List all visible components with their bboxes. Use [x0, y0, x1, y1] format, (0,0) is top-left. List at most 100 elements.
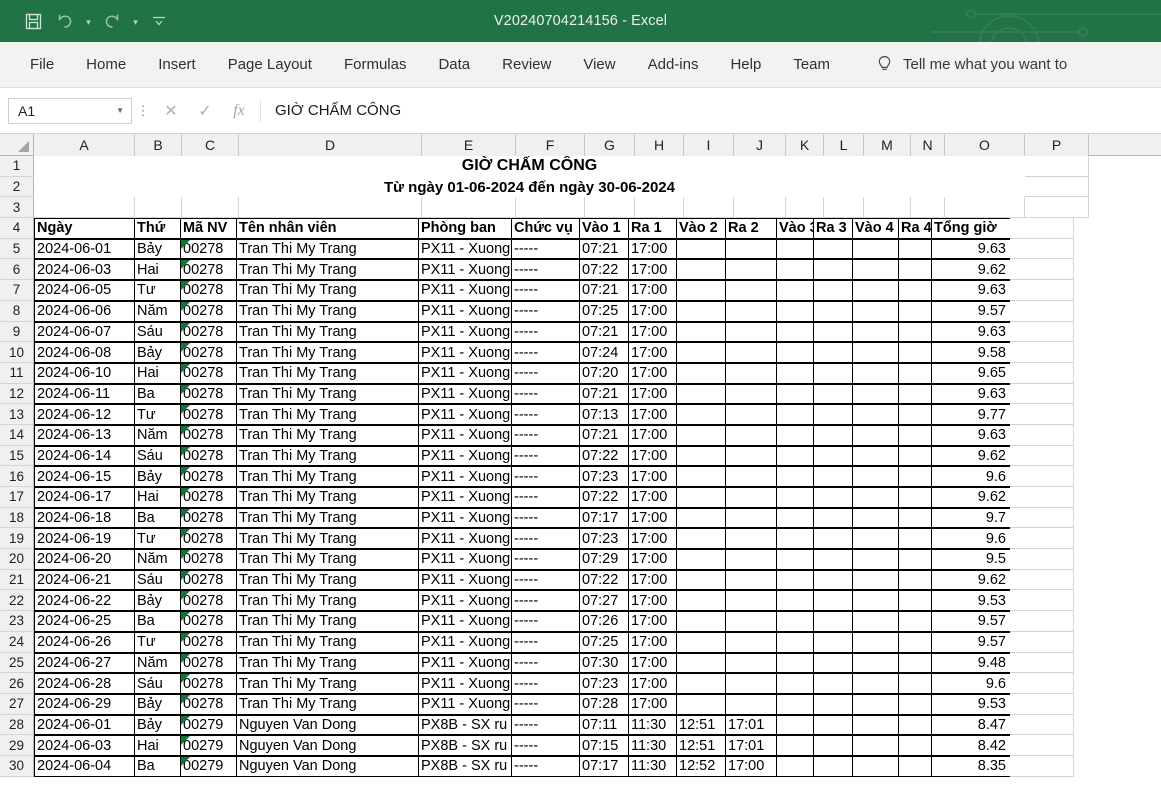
- cell-F19[interactable]: -----: [511, 528, 580, 550]
- cell-J8[interactable]: [725, 300, 777, 322]
- cell-G5[interactable]: 07:21: [579, 238, 629, 260]
- cell-P23[interactable]: [1010, 611, 1074, 632]
- cell-O14[interactable]: 9.63: [931, 424, 1011, 446]
- cell-K17[interactable]: [776, 487, 814, 508]
- cell-N23[interactable]: [898, 611, 932, 632]
- cell-G18[interactable]: 07:17: [579, 507, 629, 529]
- cell-A13[interactable]: 2024-06-12: [34, 404, 135, 425]
- table-header-J[interactable]: Ra 2: [725, 218, 777, 239]
- cell-C22[interactable]: 00278: [180, 590, 237, 612]
- cell-I28[interactable]: 12:51: [676, 714, 726, 736]
- cell-K13[interactable]: [776, 404, 814, 425]
- cell-K20[interactable]: [776, 549, 814, 570]
- cell-E25[interactable]: PX11 - Xuong: [418, 652, 512, 674]
- cell-B21[interactable]: Sáu: [134, 569, 181, 591]
- cell-E12[interactable]: PX11 - Xuong: [418, 383, 512, 405]
- save-icon[interactable]: [18, 7, 48, 35]
- cell-D22[interactable]: Tran Thi My Trang: [236, 590, 419, 612]
- column-header-B[interactable]: B: [135, 134, 182, 156]
- cell-K24[interactable]: [776, 631, 814, 653]
- row-header-8[interactable]: 8: [0, 300, 34, 322]
- cell-E24[interactable]: PX11 - Xuong: [418, 631, 512, 653]
- cell-L10[interactable]: [813, 342, 853, 363]
- column-header-L[interactable]: L: [824, 134, 864, 156]
- row-header-10[interactable]: 10: [0, 342, 34, 363]
- cell-L9[interactable]: [813, 321, 853, 343]
- cell-M22[interactable]: [852, 590, 899, 612]
- cell-K30[interactable]: [776, 755, 814, 777]
- row-header-14[interactable]: 14: [0, 424, 34, 446]
- cell-M19[interactable]: [852, 528, 899, 550]
- cell-J15[interactable]: [725, 445, 777, 467]
- cell-J6[interactable]: [725, 259, 777, 281]
- tell-me-search[interactable]: Tell me what you want to: [876, 55, 1067, 74]
- cell-H14[interactable]: 17:00: [628, 424, 677, 446]
- cell-J24[interactable]: [725, 631, 777, 653]
- cell-F18[interactable]: -----: [511, 507, 580, 529]
- cell-K10[interactable]: [776, 342, 814, 363]
- cell-I7[interactable]: [676, 280, 726, 301]
- cell-D30[interactable]: Nguyen Van Dong: [236, 755, 419, 777]
- cell-N6[interactable]: [898, 259, 932, 281]
- cell-A25[interactable]: 2024-06-27: [34, 652, 135, 674]
- cell-N25[interactable]: [898, 652, 932, 674]
- table-header-D[interactable]: Tên nhân viên: [236, 218, 419, 239]
- cell-P4[interactable]: [1010, 218, 1074, 239]
- cell-E5[interactable]: PX11 - Xuong: [418, 238, 512, 260]
- cell-L8[interactable]: [813, 300, 853, 322]
- column-header-E[interactable]: E: [422, 134, 516, 156]
- cell-H5[interactable]: 17:00: [628, 238, 677, 260]
- cell-J28[interactable]: 17:01: [725, 714, 777, 736]
- table-header-N[interactable]: Ra 4: [898, 218, 932, 239]
- cell-A5[interactable]: 2024-06-01: [34, 238, 135, 260]
- cell-K14[interactable]: [776, 424, 814, 446]
- cell-D24[interactable]: Tran Thi My Trang: [236, 631, 419, 653]
- cell-A17[interactable]: 2024-06-17: [34, 487, 135, 508]
- cell-B23[interactable]: Ba: [134, 611, 181, 632]
- cell-F25[interactable]: -----: [511, 652, 580, 674]
- cell-M3[interactable]: [864, 197, 911, 219]
- cell-F7[interactable]: -----: [511, 280, 580, 301]
- column-header-N[interactable]: N: [911, 134, 945, 156]
- cell-E29[interactable]: PX8B - SX ru: [418, 735, 512, 756]
- cell-P9[interactable]: [1010, 321, 1074, 343]
- cell-P29[interactable]: [1010, 735, 1074, 756]
- row-header-13[interactable]: 13: [0, 404, 34, 425]
- row-header-30[interactable]: 30: [0, 755, 34, 777]
- cell-O11[interactable]: 9.65: [931, 362, 1011, 384]
- cell-P7[interactable]: [1010, 280, 1074, 301]
- cell-J27[interactable]: [725, 693, 777, 715]
- cell-M25[interactable]: [852, 652, 899, 674]
- cell-N16[interactable]: [898, 466, 932, 487]
- cell-B16[interactable]: Bảy: [134, 466, 181, 487]
- cell-K11[interactable]: [776, 362, 814, 384]
- cell-E6[interactable]: PX11 - Xuong: [418, 259, 512, 281]
- cell-G23[interactable]: 07:26: [579, 611, 629, 632]
- cell-K19[interactable]: [776, 528, 814, 550]
- cell-F8[interactable]: -----: [511, 300, 580, 322]
- cell-O26[interactable]: 9.6: [931, 673, 1011, 694]
- cell-I30[interactable]: 12:52: [676, 755, 726, 777]
- cell-D28[interactable]: Nguyen Van Dong: [236, 714, 419, 736]
- cell-M20[interactable]: [852, 549, 899, 570]
- cell-E18[interactable]: PX11 - Xuong: [418, 507, 512, 529]
- report-subtitle-cell[interactable]: Từ ngày 01-06-2024 đến ngày 30-06-2024: [34, 176, 1025, 198]
- cell-E11[interactable]: PX11 - Xuong: [418, 362, 512, 384]
- cell-G24[interactable]: 07:25: [579, 631, 629, 653]
- chevron-down-icon[interactable]: ▼: [116, 106, 127, 115]
- table-header-G[interactable]: Vào 1: [579, 218, 629, 239]
- cell-J10[interactable]: [725, 342, 777, 363]
- cell-N7[interactable]: [898, 280, 932, 301]
- table-header-H[interactable]: Ra 1: [628, 218, 677, 239]
- cell-G17[interactable]: 07:22: [579, 487, 629, 508]
- cell-C9[interactable]: 00278: [180, 321, 237, 343]
- cell-H9[interactable]: 17:00: [628, 321, 677, 343]
- cell-P25[interactable]: [1010, 652, 1074, 674]
- cell-O5[interactable]: 9.63: [931, 238, 1011, 260]
- cell-B28[interactable]: Bảy: [134, 714, 181, 736]
- cell-B27[interactable]: Bảy: [134, 693, 181, 715]
- cell-C3[interactable]: [182, 197, 239, 219]
- cell-D21[interactable]: Tran Thi My Trang: [236, 569, 419, 591]
- tab-review[interactable]: Review: [486, 50, 567, 79]
- cell-K16[interactable]: [776, 466, 814, 487]
